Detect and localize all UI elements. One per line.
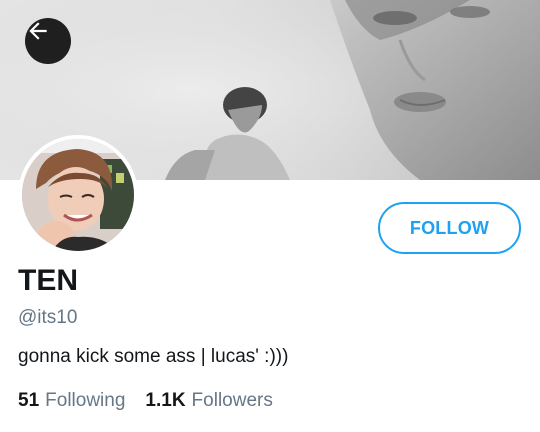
avatar-photo <box>22 139 134 251</box>
following-count: 51 <box>18 390 40 411</box>
profile-screen: FOLLOW TEN @its10 gonna kick some ass | … <box>0 0 540 432</box>
arrow-left-icon <box>29 22 47 40</box>
profile-avatar[interactable] <box>18 135 138 255</box>
followers-label: Followers <box>191 390 273 411</box>
profile-bio: gonna kick some ass | lucas' :))) <box>18 346 289 367</box>
following-link[interactable]: 51 Following <box>18 388 125 414</box>
display-name: TEN <box>18 264 78 297</box>
followers-link[interactable]: 1.1K Followers <box>145 388 272 414</box>
username-handle: @its10 <box>18 307 78 328</box>
followers-count: 1.1K <box>145 390 186 411</box>
following-label: Following <box>45 390 126 411</box>
back-button[interactable] <box>25 18 71 64</box>
follow-stats: 51 Following 1.1K Followers <box>18 388 273 414</box>
follow-button[interactable]: FOLLOW <box>378 202 521 254</box>
